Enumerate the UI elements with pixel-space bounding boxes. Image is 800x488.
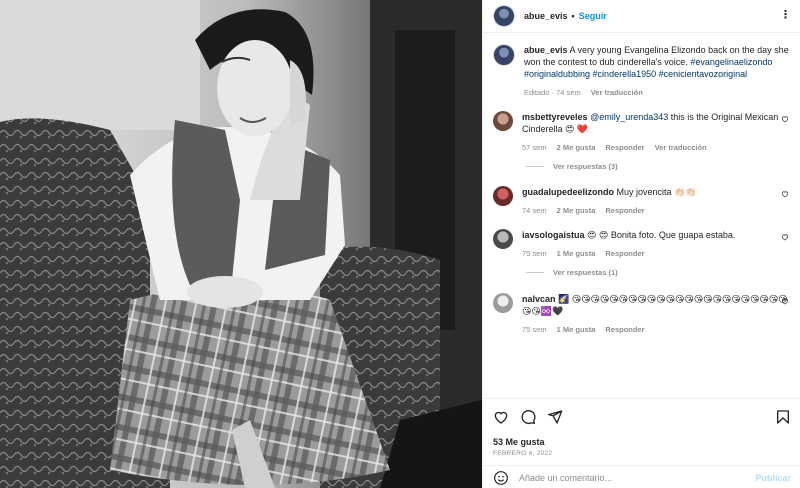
comment-text: 😍 😍 Bonita foto. Que guapa estaba. bbox=[587, 230, 736, 240]
caption-username[interactable]: abue_evis bbox=[524, 45, 568, 55]
comment-icon[interactable] bbox=[520, 409, 536, 425]
commenter-avatar[interactable] bbox=[493, 293, 513, 313]
caption-translation-link[interactable]: Ver traducción bbox=[591, 87, 643, 99]
author-username[interactable]: abue_evis bbox=[524, 11, 568, 21]
comment-item: nalvcan 🌠 😘😘😘😘😘😘😘😘😘😘😘😘😘😘😘😘😘😘😘😘😘😘😘😘😘♾️🖤 7… bbox=[493, 293, 793, 336]
comment-text: 🌠 😘😘😘😘😘😘😘😘😘😘😘😘😘😘😘😘😘😘😘😘😘😘😘😘😘♾️🖤 bbox=[522, 294, 788, 316]
comment-input[interactable] bbox=[519, 472, 756, 483]
emoji-icon[interactable] bbox=[493, 470, 509, 486]
caption-avatar[interactable] bbox=[493, 44, 515, 66]
comment-likes[interactable]: 2 Me gusta bbox=[557, 142, 596, 154]
comment-likes[interactable]: 1 Me gusta bbox=[557, 324, 596, 336]
view-replies-label: Ver respuestas (1) bbox=[553, 268, 618, 277]
view-replies-label: Ver respuestas (3) bbox=[553, 162, 618, 171]
likes-count[interactable]: 53 Me gusta bbox=[493, 437, 545, 447]
post-caption: abue_evis A very young Evangelina Elizon… bbox=[493, 44, 793, 99]
post-header: abue_evis • Seguir ⋮ bbox=[483, 0, 800, 33]
more-options-icon[interactable]: ⋮ bbox=[780, 10, 791, 21]
comment-username[interactable]: iavsologaistua bbox=[522, 230, 585, 240]
commenter-avatar[interactable] bbox=[493, 186, 513, 206]
commenter-avatar[interactable] bbox=[493, 229, 513, 249]
comment-time: 57 sem bbox=[522, 143, 547, 152]
comment-time: 75 sem bbox=[522, 325, 547, 334]
comment-username[interactable]: guadalupedeelizondo bbox=[522, 187, 614, 197]
comment-translation-link[interactable]: Ver traducción bbox=[655, 142, 707, 154]
heart-icon[interactable] bbox=[781, 115, 789, 123]
comment-time: 74 sem bbox=[522, 206, 547, 215]
add-comment-bar: Publicar bbox=[483, 465, 800, 488]
author-avatar[interactable] bbox=[493, 5, 515, 27]
commenter-avatar[interactable] bbox=[493, 111, 513, 131]
post-actions: 53 Me gusta FEBRERO 4, 2022 Publicar bbox=[483, 398, 800, 488]
comment-mention[interactable]: @emily_urenda343 bbox=[590, 112, 668, 122]
post-photo[interactable] bbox=[0, 0, 482, 488]
comment-reply-button[interactable]: Responder bbox=[605, 324, 644, 336]
post-date: FEBRERO 4, 2022 bbox=[493, 450, 553, 457]
caption-edited: Editado · 74 sem bbox=[524, 88, 581, 97]
view-replies-button[interactable]: Ver respuestas (3) bbox=[526, 162, 793, 171]
comment-reply-button[interactable]: Responder bbox=[605, 248, 644, 260]
publish-button[interactable]: Publicar bbox=[755, 473, 791, 483]
comment-time: 75 sem bbox=[522, 249, 547, 258]
heart-icon[interactable] bbox=[781, 190, 789, 198]
vintage-photo bbox=[0, 0, 482, 488]
comment-item: msbettyreveles @emily_urenda343 this is … bbox=[493, 111, 793, 171]
save-icon[interactable] bbox=[775, 409, 791, 425]
follow-button[interactable]: Seguir bbox=[579, 11, 607, 21]
comment-item: guadalupedeelizondo Muy jovencita 👏🏻👏🏻 7… bbox=[493, 186, 793, 217]
comment-reply-button[interactable]: Responder bbox=[605, 142, 644, 154]
like-icon[interactable] bbox=[493, 409, 509, 425]
post-modal: abue_evis • Seguir ⋮ abue_evis A very yo… bbox=[0, 0, 800, 488]
comment-likes[interactable]: 2 Me gusta bbox=[557, 205, 596, 217]
separator-dot: • bbox=[571, 11, 575, 21]
view-replies-button[interactable]: Ver respuestas (1) bbox=[526, 268, 793, 277]
comment-text: Muy jovencita 👏🏻👏🏻 bbox=[616, 187, 697, 197]
comment-item: iavsologaistua 😍 😍 Bonita foto. Que guap… bbox=[493, 229, 793, 277]
heart-icon[interactable] bbox=[781, 297, 789, 305]
share-icon[interactable] bbox=[547, 409, 563, 425]
comment-likes[interactable]: 1 Me gusta bbox=[557, 248, 596, 260]
post-side-panel: abue_evis • Seguir ⋮ abue_evis A very yo… bbox=[482, 0, 800, 488]
comment-username[interactable]: nalvcan bbox=[522, 294, 556, 304]
heart-icon[interactable] bbox=[781, 233, 789, 241]
comment-username[interactable]: msbettyreveles bbox=[522, 112, 588, 122]
comment-reply-button[interactable]: Responder bbox=[605, 205, 644, 217]
